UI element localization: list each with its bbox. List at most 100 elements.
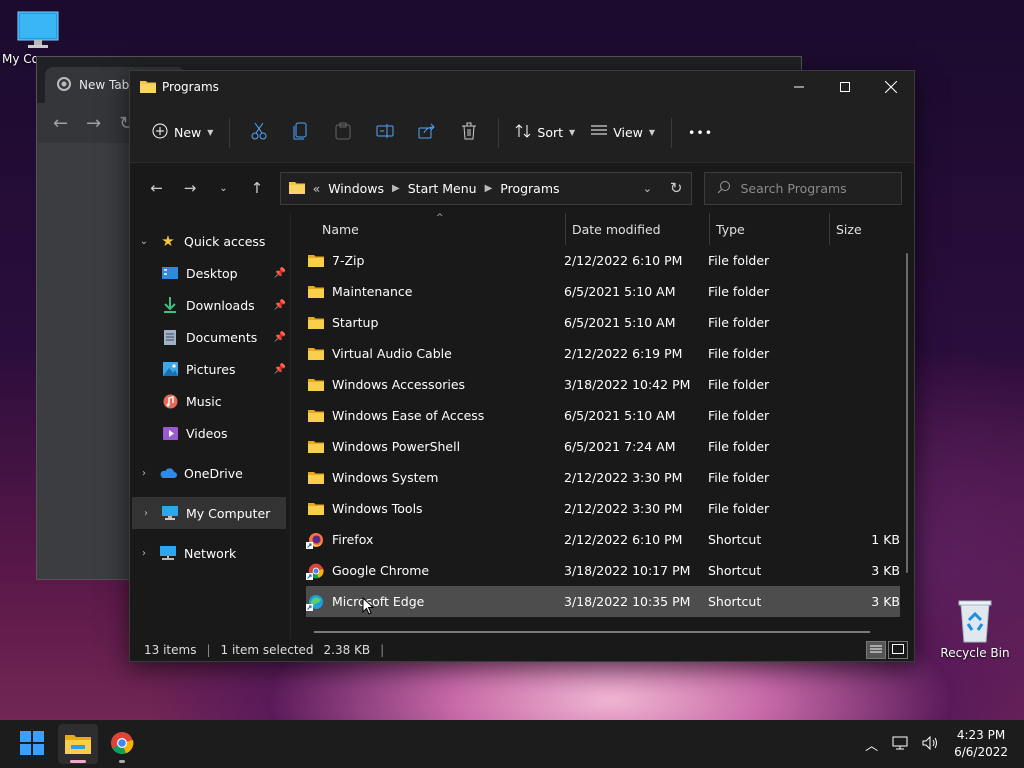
up-button[interactable]: ↑	[242, 173, 271, 203]
chevron-right-icon[interactable]: ›	[130, 548, 158, 559]
file-name-cell: Microsoft Edge	[306, 594, 564, 611]
chevron-down-icon[interactable]: ⌄	[130, 236, 158, 247]
chevron-right-icon[interactable]: ›	[132, 508, 160, 519]
file-row[interactable]: Virtual Audio Cable 2/12/2022 6:19 PM File…	[306, 338, 900, 369]
navigation-pane: ⌄ ★ Quick access Desktop 📌 Downloads 📌 D…	[130, 213, 290, 639]
address-bar[interactable]: « Windows ▶ Start Menu ▶ Programs ⌄ ↻	[279, 171, 692, 205]
chevron-down-icon: ▼	[207, 128, 214, 137]
delete-button[interactable]	[453, 115, 485, 151]
file-explorer-window[interactable]: Programs New ▼ Sort ▼ View ▼ ••• ← → ⌄ ↑…	[129, 70, 915, 662]
view-label: View	[613, 125, 643, 140]
monitor-icon	[16, 10, 60, 50]
file-name-cell: Maintenance	[306, 284, 564, 299]
status-bar: 13 items | 1 item selected 2.38 KB |	[130, 639, 914, 661]
file-date: 3/18/2022 10:17 PM	[564, 563, 691, 578]
file-row[interactable]: Windows Accessories 3/18/2022 10:42 PM Fil…	[306, 369, 900, 400]
copy-button[interactable]	[285, 115, 317, 151]
file-row[interactable]: Windows Ease of Access 6/5/2021 5:10 AM Fi…	[306, 400, 900, 431]
breadcrumb-overflow[interactable]: «	[313, 181, 321, 196]
rename-button[interactable]	[369, 115, 401, 151]
nav-network[interactable]: › Network	[130, 537, 290, 569]
folder-icon	[288, 180, 305, 197]
close-button[interactable]	[868, 71, 914, 103]
pin-icon[interactable]: 📌	[274, 300, 286, 311]
chevron-right-icon[interactable]: ›	[130, 468, 158, 479]
more-options-button[interactable]: •••	[680, 115, 721, 151]
pin-icon[interactable]: 📌	[274, 364, 286, 375]
nav-label: Documents	[186, 329, 258, 345]
column-header-name[interactable]: Name	[296, 213, 566, 245]
window-title: Programs	[162, 80, 219, 94]
taskbar-file-explorer[interactable]	[58, 724, 98, 764]
nav-pictures[interactable]: Pictures 📌	[130, 353, 290, 385]
share-button[interactable]	[411, 115, 443, 151]
nav-downloads[interactable]: Downloads 📌	[130, 289, 290, 321]
nav-documents[interactable]: Documents 📌	[130, 321, 290, 353]
column-header-size[interactable]: Size	[830, 213, 890, 245]
recent-locations-button[interactable]: ⌄	[209, 173, 238, 203]
file-row[interactable]: Windows PowerShell 6/5/2021 7:24 AM File f…	[306, 431, 900, 462]
tiles-view-button[interactable]	[888, 641, 908, 659]
desktop-icon-label: Recycle Bin	[940, 646, 1010, 660]
nav-label: Pictures	[186, 361, 236, 377]
vertical-scrollbar[interactable]	[906, 253, 908, 573]
file-name-cell: Windows Ease of Access	[306, 408, 564, 423]
nav-quick-access[interactable]: ⌄ ★ Quick access	[130, 225, 290, 257]
desktop-icon-recycle-bin[interactable]: Recycle Bin	[935, 598, 1015, 660]
details-view-button[interactable]	[866, 641, 886, 659]
address-dropdown-icon[interactable]: ⌄	[643, 182, 652, 195]
taskbar-chrome[interactable]	[102, 724, 142, 764]
file-name: Windows PowerShell	[332, 439, 461, 454]
folder-icon	[308, 316, 326, 329]
breadcrumb-programs[interactable]: Programs	[500, 181, 559, 196]
nav-label: My Computer	[186, 505, 271, 521]
back-arrow-icon[interactable]: ←	[53, 113, 68, 134]
search-icon	[717, 180, 731, 197]
pin-icon[interactable]: 📌	[274, 268, 286, 279]
chevron-right-icon: ▶	[392, 182, 400, 194]
forward-arrow-icon[interactable]: →	[86, 113, 101, 134]
file-date: 6/5/2021 5:10 AM	[564, 315, 676, 330]
pin-icon[interactable]: 📌	[274, 332, 286, 343]
file-row[interactable]: Windows Tools 2/12/2022 3:30 PM File folde…	[306, 493, 900, 524]
file-row[interactable]: Startup 6/5/2021 5:10 AM File folder	[306, 307, 900, 338]
nav-music[interactable]: Music	[130, 385, 290, 417]
new-button[interactable]: New ▼	[144, 115, 221, 151]
back-button[interactable]: ←	[142, 173, 171, 203]
chevron-up-icon[interactable]: ︿	[865, 735, 878, 754]
search-box[interactable]: Search Programs	[703, 171, 902, 205]
nav-videos[interactable]: Videos	[130, 417, 290, 449]
cloud-icon	[158, 465, 178, 481]
breadcrumb-windows[interactable]: Windows	[328, 181, 384, 196]
view-lines-icon	[591, 124, 608, 141]
nav-my-computer[interactable]: › My Computer	[132, 497, 286, 529]
file-row[interactable]: Firefox 2/12/2022 6:10 PM Shortcut 1 KB	[306, 524, 900, 555]
more-options-label: •••	[688, 125, 714, 140]
column-header-date[interactable]: Date modified	[566, 213, 710, 245]
minimize-button[interactable]	[776, 71, 822, 103]
view-button[interactable]: View ▼	[583, 115, 663, 151]
horizontal-scrollbar[interactable]	[314, 631, 870, 633]
nav-desktop[interactable]: Desktop 📌	[130, 257, 290, 289]
title-bar[interactable]: Programs	[130, 71, 914, 103]
file-row[interactable]: Maintenance 6/5/2021 5:10 AM File folder	[306, 276, 900, 307]
forward-button[interactable]: →	[175, 173, 204, 203]
breadcrumb-start-menu[interactable]: Start Menu	[408, 181, 477, 196]
cut-button[interactable]	[243, 115, 275, 151]
file-row[interactable]: Windows System 2/12/2022 3:30 PM File fold…	[306, 462, 900, 493]
clock[interactable]: 4:23 PM 6/6/2022	[954, 727, 1008, 761]
file-row[interactable]: Google Chrome 3/18/2022 10:17 PM Shortcut 3…	[306, 555, 900, 586]
file-row[interactable]: Microsoft Edge 3/18/2022 10:35 PM Shortcut…	[306, 586, 900, 617]
volume-icon[interactable]	[922, 735, 940, 753]
maximize-button[interactable]	[822, 71, 868, 103]
file-list: ^ Name Date modified Type Size 7-Zip 2/12…	[296, 213, 914, 639]
paste-button[interactable]	[327, 115, 359, 151]
file-row[interactable]: 7-Zip 2/12/2022 6:10 PM File folder	[306, 245, 900, 276]
refresh-icon[interactable]: ↻	[670, 179, 683, 197]
chevron-down-icon: ▼	[648, 128, 656, 137]
network-icon[interactable]	[892, 736, 908, 753]
start-button[interactable]	[12, 724, 52, 764]
sort-button[interactable]: Sort ▼	[507, 115, 583, 151]
column-header-type[interactable]: Type	[710, 213, 830, 245]
nav-onedrive[interactable]: › OneDrive	[130, 457, 290, 489]
